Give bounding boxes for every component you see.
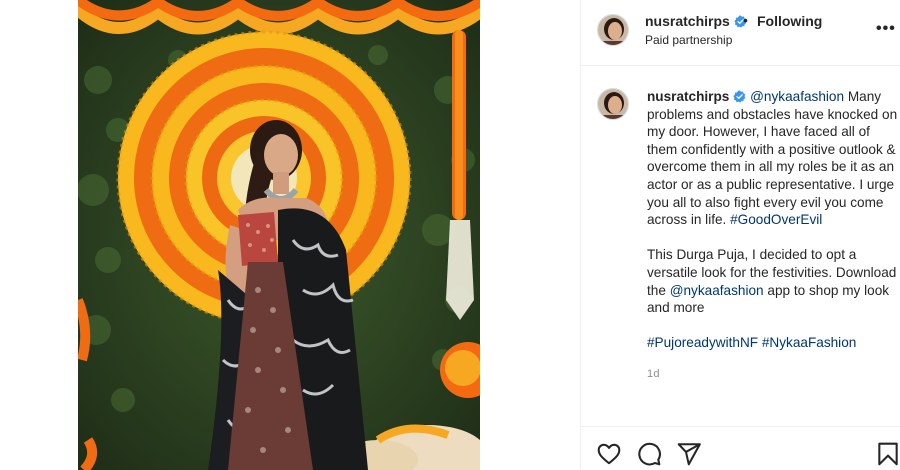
- caption-body-1: Many problems and obstacles have knocked…: [647, 89, 898, 228]
- verified-badge-icon: [733, 90, 746, 103]
- share-icon[interactable]: [676, 441, 702, 467]
- post-timestamp[interactable]: 1d: [647, 366, 900, 384]
- author-avatar[interactable]: [597, 14, 629, 46]
- post-details-pane: nusratchirps • Following Paid partnershi…: [580, 0, 900, 470]
- avatar-photo: [598, 89, 628, 119]
- caption-paragraph-2: This Durga Puja, I decided to opt a vers…: [647, 246, 900, 316]
- post-header: nusratchirps • Following Paid partnershi…: [581, 0, 900, 66]
- caption-mention[interactable]: @nykaafashion: [750, 89, 844, 104]
- following-button[interactable]: Following: [757, 13, 822, 29]
- caption-author-avatar[interactable]: [597, 88, 629, 120]
- author-username-text[interactable]: nusratchirps: [645, 13, 730, 29]
- more-options-icon[interactable]: •••: [876, 20, 896, 38]
- header-separator: •: [743, 12, 748, 28]
- caption-text: nusratchirps @nykaafashion Many problems…: [647, 88, 900, 384]
- hashtag-pujoreadywithnf[interactable]: #PujoreadywithNF: [647, 335, 758, 350]
- caption-section: nusratchirps @nykaafashion Many problems…: [581, 66, 900, 428]
- caption-hashtags: #PujoreadywithNF #NykaaFashion: [647, 334, 900, 352]
- photo-illustration: [78, 0, 480, 470]
- caption-paragraph-1: nusratchirps @nykaafashion Many problems…: [647, 88, 900, 229]
- heart-icon[interactable]: [596, 441, 622, 467]
- bookmark-icon[interactable]: [875, 441, 900, 467]
- avatar-photo: [598, 15, 628, 45]
- paid-partnership-label[interactable]: Paid partnership: [645, 33, 732, 47]
- hashtag-goodoverevil[interactable]: #GoodOverEvil: [730, 212, 822, 227]
- post-actions-bar: [581, 426, 900, 470]
- post-media-pane: [0, 0, 580, 470]
- caption-username[interactable]: nusratchirps: [647, 89, 729, 104]
- comment-icon[interactable]: [636, 441, 662, 467]
- hashtag-nykaafashion[interactable]: #NykaaFashion: [762, 335, 856, 350]
- post-photo[interactable]: [78, 0, 480, 470]
- author-username[interactable]: nusratchirps: [645, 13, 747, 29]
- caption-mention-2[interactable]: @nykaafashion: [670, 283, 764, 298]
